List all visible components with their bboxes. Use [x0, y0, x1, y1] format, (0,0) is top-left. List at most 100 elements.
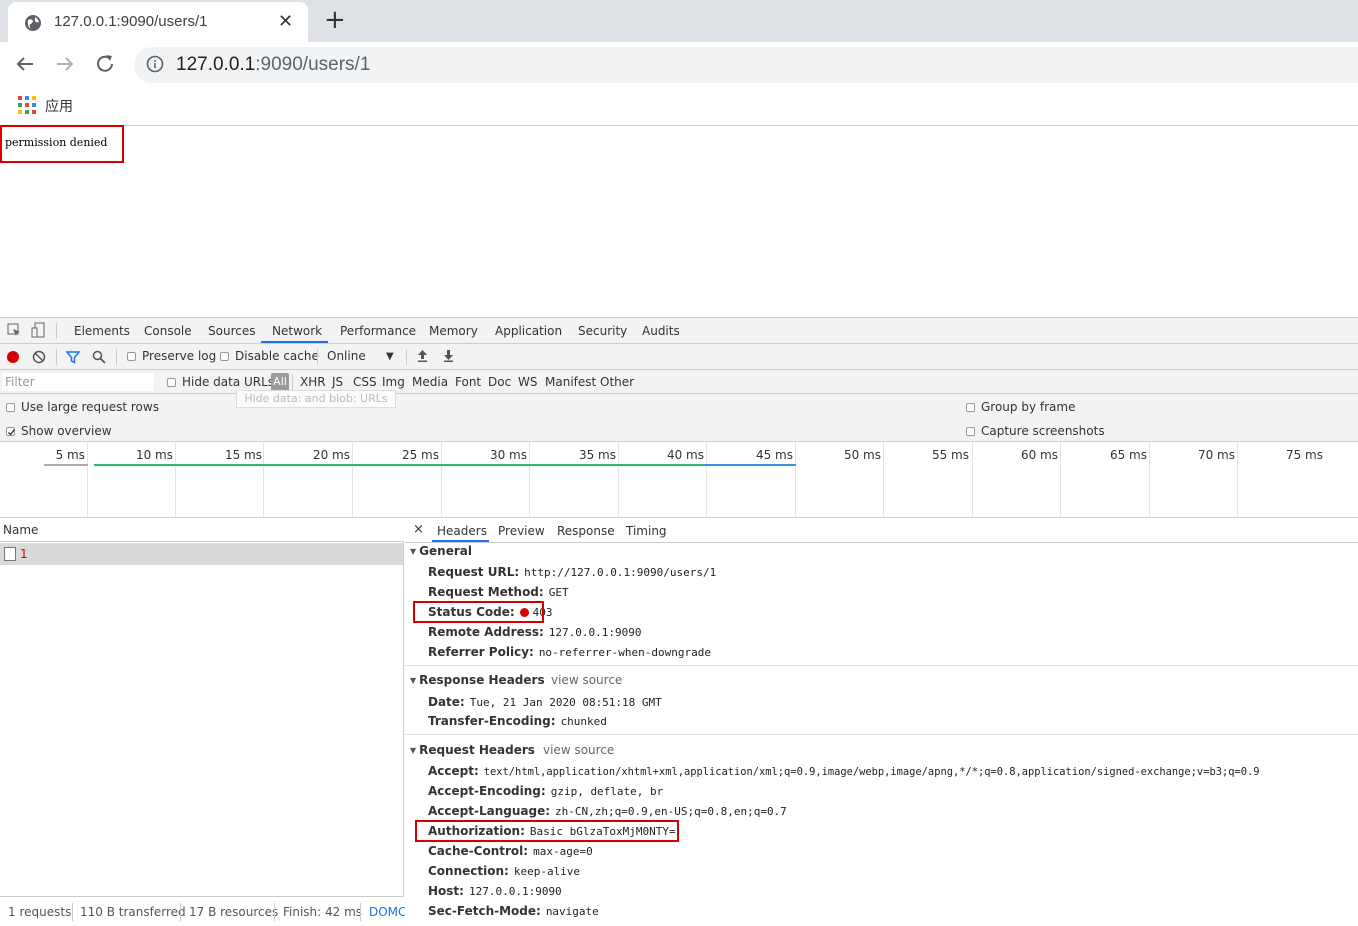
filter-type-css[interactable]: CSS [353, 375, 377, 389]
tick-label: 15 ms [224, 448, 262, 462]
response-headers-toggle[interactable]: ▼ Response Headers [410, 673, 545, 687]
browser-toolbar: 127.0.0.1:9090/users/1 [0, 42, 1358, 86]
tab-elements[interactable]: Elements [74, 324, 130, 338]
name-column-header[interactable]: Name [0, 518, 404, 542]
url-text: 127.0.0.1:9090/users/1 [176, 54, 371, 75]
tab-application[interactable]: Application [495, 324, 562, 338]
tab-audits[interactable]: Audits [642, 324, 680, 338]
tab-performance[interactable]: Performance [340, 324, 416, 338]
info-icon[interactable] [146, 55, 164, 73]
throttle-select[interactable]: Online [327, 349, 366, 363]
active-tab-indicator [432, 540, 489, 542]
export-har-icon[interactable] [442, 349, 455, 363]
divider [405, 734, 1358, 735]
tick-line [795, 442, 796, 518]
forward-icon[interactable] [53, 50, 77, 78]
tab-console[interactable]: Console [144, 324, 192, 338]
filter-type-doc[interactable]: Doc [488, 375, 511, 389]
network-options: Use large request rows Show overview Gro… [0, 394, 1358, 442]
hide-data-urls-checkbox[interactable]: Hide data URLs [167, 375, 274, 389]
preserve-log-checkbox[interactable]: Preserve log [127, 349, 216, 363]
filter-input[interactable]: Filter [2, 373, 154, 391]
disable-cache-checkbox[interactable]: Disable cache [220, 349, 319, 363]
tab-response[interactable]: Response [557, 524, 615, 538]
close-details-icon[interactable]: × [413, 522, 424, 537]
document-icon [4, 547, 16, 561]
annotation-box [0, 125, 124, 163]
tab-preview[interactable]: Preview [498, 524, 545, 538]
request-row[interactable]: 1 [0, 543, 403, 565]
reload-icon[interactable] [93, 50, 117, 78]
separator [116, 349, 117, 365]
separator [406, 349, 407, 365]
tab-close-icon[interactable]: ✕ [278, 11, 293, 32]
header-accept: Accept: text/html,application/xhtml+xml,a… [428, 764, 1260, 778]
filter-type-img[interactable]: Img [382, 375, 405, 389]
resources-size: 17 B resources [189, 905, 279, 919]
filter-type-media[interactable]: Media [412, 375, 448, 389]
devtools-panel: Elements Console Sources Network Perform… [0, 317, 1358, 926]
filter-type-ws[interactable]: WS [518, 375, 537, 389]
new-tab-button[interactable]: + [324, 6, 346, 34]
clear-icon[interactable] [32, 350, 46, 364]
network-status-bar: 1 requests 110 B transferred 17 B resour… [0, 896, 406, 926]
header-cache-control: Cache-Control: max-age=0 [428, 844, 593, 858]
tab-security[interactable]: Security [578, 324, 627, 338]
tick-label: 70 ms [1197, 448, 1235, 462]
requests-count: 1 requests [8, 905, 72, 919]
import-har-icon[interactable] [416, 349, 429, 363]
tick-line [263, 442, 264, 518]
triangle-down-icon: ▼ [410, 746, 417, 755]
separator [360, 903, 361, 921]
record-icon[interactable] [6, 350, 20, 364]
device-toolbar-icon[interactable] [31, 322, 45, 338]
filter-icon[interactable] [66, 350, 80, 364]
show-overview-checkbox[interactable]: Show overview [6, 424, 112, 438]
devtools-tabs: Elements Console Sources Network Perform… [0, 318, 1358, 344]
filter-type-font[interactable]: Font [455, 375, 481, 389]
detail-tabs: × Headers Preview Response Timing [405, 518, 1358, 543]
filter-type-xhr[interactable]: XHR [300, 375, 326, 389]
filter-type-js[interactable]: JS [332, 375, 343, 389]
apps-grid-icon[interactable] [18, 96, 36, 114]
back-icon[interactable] [13, 50, 37, 78]
tab-memory[interactable]: Memory [429, 324, 478, 338]
capture-screenshots-checkbox[interactable]: Capture screenshots [966, 424, 1105, 438]
filter-type-manifest[interactable]: Manifest [545, 375, 596, 389]
tab-network[interactable]: Network [272, 324, 322, 338]
inspect-element-icon[interactable] [7, 323, 21, 337]
tick-label: 60 ms [1020, 448, 1058, 462]
chevron-down-icon[interactable]: ▼ [386, 351, 394, 362]
network-overview-timeline[interactable]: 5 ms 10 ms 15 ms 20 ms 25 ms 30 ms 35 ms… [0, 442, 1358, 518]
filter-type-other[interactable]: Other [600, 375, 634, 389]
filter-type-all[interactable]: All [271, 373, 289, 391]
tick-label: 20 ms [312, 448, 350, 462]
checkbox-icon [966, 427, 975, 436]
group-by-frame-checkbox[interactable]: Group by frame [966, 400, 1075, 414]
tick-label: 75 ms [1285, 448, 1323, 462]
large-rows-checkbox[interactable]: Use large request rows [6, 400, 159, 414]
divider [405, 665, 1358, 666]
tab-timing[interactable]: Timing [626, 524, 667, 538]
request-headers-toggle[interactable]: ▼ Request Headers [410, 743, 535, 757]
response-view-source-link[interactable]: view source [551, 673, 622, 687]
transferred-size: 110 B transferred [80, 905, 186, 919]
tick-label: 30 ms [489, 448, 527, 462]
tick-line [1149, 442, 1150, 518]
tab-sources[interactable]: Sources [208, 324, 255, 338]
tab-headers[interactable]: Headers [437, 524, 487, 538]
header-accept-language: Accept-Language: zh-CN,zh;q=0.9,en-US;q=0… [428, 804, 787, 818]
tick-label: 25 ms [401, 448, 439, 462]
tick-line [1237, 442, 1238, 518]
header-connection: Connection: keep-alive [428, 864, 581, 878]
checkbox-icon [127, 352, 136, 361]
browser-tab[interactable]: 127.0.0.1:9090/users/1 ✕ [8, 2, 308, 42]
tick-line [352, 442, 353, 518]
search-icon[interactable] [92, 350, 106, 364]
separator [317, 349, 318, 365]
apps-bookmark-label[interactable]: 应用 [45, 96, 73, 116]
request-view-source-link[interactable]: view source [543, 743, 614, 757]
tick-label: 50 ms [843, 448, 881, 462]
address-bar[interactable]: 127.0.0.1:9090/users/1 [134, 47, 1358, 83]
general-section-toggle[interactable]: ▼ General [410, 544, 472, 558]
